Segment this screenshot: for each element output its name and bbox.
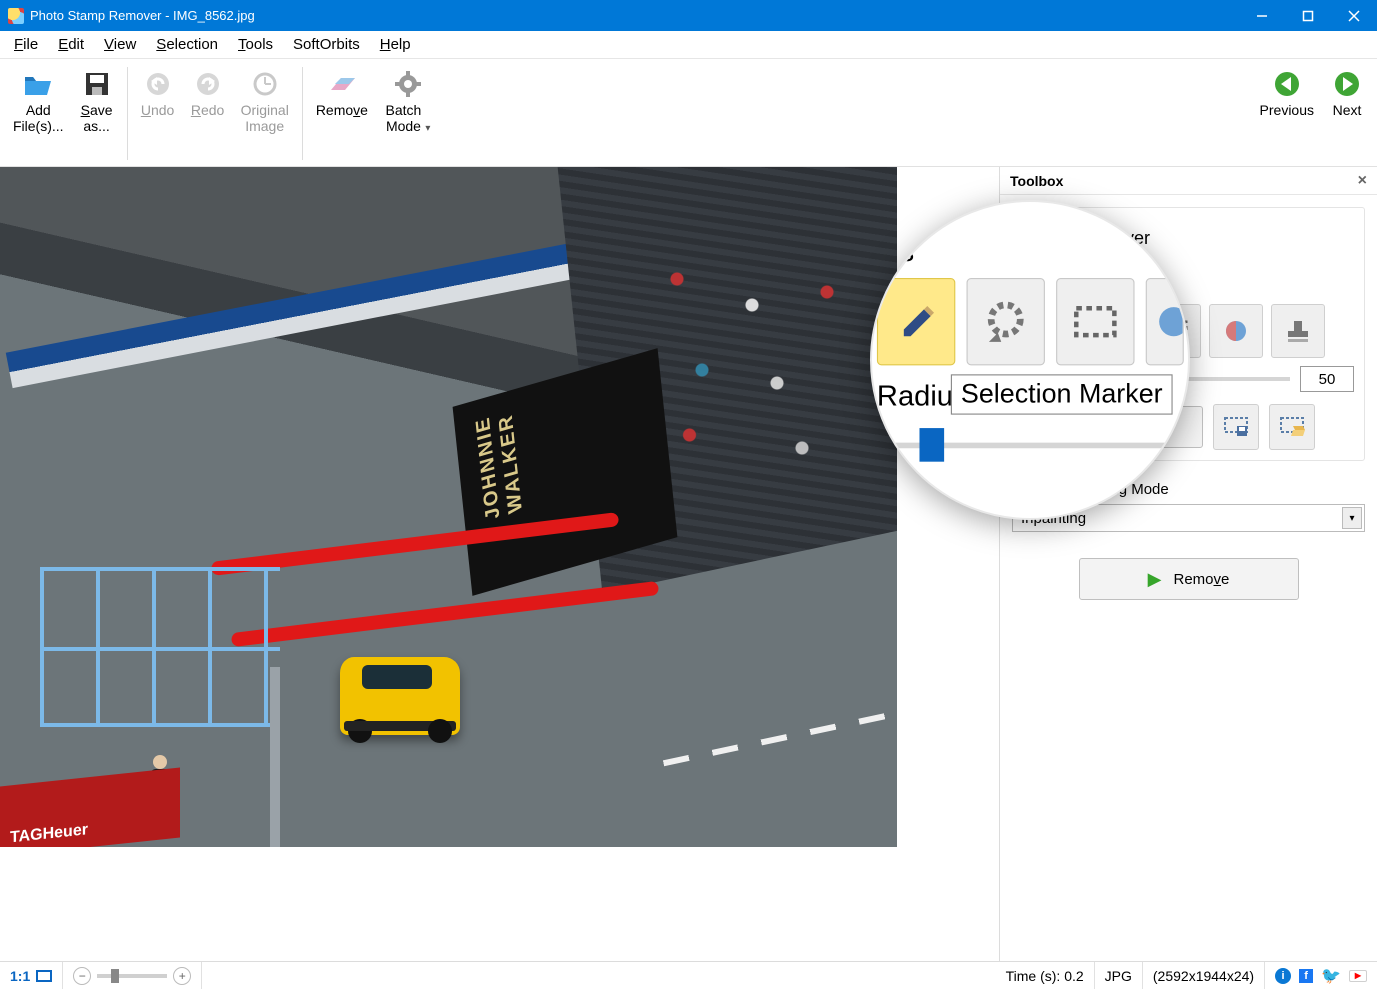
play-icon: ▶ [1148, 569, 1162, 590]
stamp-icon [1284, 317, 1312, 345]
save-selection-button[interactable] [1213, 404, 1259, 450]
next-button[interactable]: Next [1323, 63, 1371, 164]
eraser-icon [326, 68, 358, 100]
menu-help[interactable]: Help [372, 34, 419, 55]
info-icon[interactable]: i [1275, 968, 1291, 984]
menu-file[interactable]: File [6, 34, 46, 55]
menu-softorbits[interactable]: SoftOrbits [285, 34, 368, 55]
load-selection-icon [1279, 416, 1305, 438]
magnifier-overlay: 50 ols Radius Selection Marker [870, 200, 1190, 520]
freeform-tool-zoom[interactable] [966, 278, 1044, 365]
remove-button[interactable]: Remove [309, 63, 375, 164]
close-button[interactable] [1331, 0, 1377, 31]
zoom-out-button[interactable]: − [73, 967, 91, 985]
arrow-right-icon [1331, 68, 1363, 100]
menu-tools[interactable]: Tools [230, 34, 281, 55]
zoom-slider[interactable] [97, 974, 167, 978]
color-tool[interactable] [1209, 304, 1263, 358]
image-canvas-area[interactable] [0, 167, 999, 961]
fit-screen-icon [36, 970, 52, 982]
image-preview[interactable] [0, 167, 897, 847]
original-image-button[interactable]: OriginalImage [234, 63, 296, 164]
facebook-icon[interactable]: f [1299, 969, 1313, 983]
rectangle-tool-zoom[interactable] [1056, 278, 1134, 365]
undo-button[interactable]: Undo [134, 63, 182, 164]
zoom-in-button[interactable]: + [173, 967, 191, 985]
arrow-left-icon [1271, 68, 1303, 100]
color-select-icon [1222, 317, 1250, 345]
maximize-button[interactable] [1285, 0, 1331, 31]
gear-icon [392, 68, 424, 100]
status-time: Time (s): 0.2 [996, 962, 1095, 989]
save-as-button[interactable]: Saveas... [73, 63, 121, 164]
minimize-button[interactable] [1239, 0, 1285, 31]
radius-slider-zoom[interactable] [877, 443, 1184, 449]
undo-icon [142, 68, 174, 100]
add-files-button[interactable]: AddFile(s)... [6, 63, 71, 164]
window-title: Photo Stamp Remover - IMG_8562.jpg [30, 8, 255, 23]
tooltip: Selection Marker [951, 374, 1173, 414]
close-toolbox-button[interactable]: × [1358, 172, 1367, 190]
zoom-ratio[interactable]: 1:1 [0, 962, 63, 989]
statusbar: 1:1 − + Time (s): 0.2 JPG (2592x1944x24)… [0, 961, 1377, 989]
status-dimensions: (2592x1944x24) [1143, 962, 1265, 989]
chevron-down-icon: ▾ [1342, 507, 1362, 529]
radius-value-input[interactable]: 50 [1300, 366, 1354, 392]
redo-button[interactable]: Redo [184, 63, 232, 164]
color-select-icon [1147, 302, 1183, 342]
zoom-slider-cell: − + [63, 962, 202, 989]
previous-button[interactable]: Previous [1253, 63, 1321, 164]
rect-select-icon [1072, 304, 1119, 340]
titlebar: Photo Stamp Remover - IMG_8562.jpg [0, 0, 1377, 31]
marker-tool-zoom[interactable] [877, 278, 955, 365]
app-icon [8, 8, 24, 24]
tools-label-zoom: ols [877, 234, 1184, 269]
menu-view[interactable]: View [96, 34, 144, 55]
status-format: JPG [1095, 962, 1143, 989]
batch-mode-button[interactable]: BatchMode▾ [377, 63, 439, 164]
toolbar: AddFile(s)... Saveas... Undo Redo Origin… [0, 59, 1377, 167]
save-icon [81, 68, 113, 100]
youtube-icon[interactable]: ▶ [1349, 970, 1367, 982]
toolbox-header: Toolbox × [1000, 167, 1377, 195]
toolbox-remove-button[interactable]: ▶ Remove [1079, 558, 1299, 600]
twitter-icon[interactable]: 🐦 [1321, 966, 1341, 986]
save-selection-icon [1223, 416, 1249, 438]
history-icon [249, 68, 281, 100]
menu-edit[interactable]: Edit [50, 34, 92, 55]
menu-selection[interactable]: Selection [148, 34, 226, 55]
folder-open-icon [22, 68, 54, 100]
redo-icon [192, 68, 224, 100]
pencil-icon [895, 300, 938, 343]
lasso-icon [983, 299, 1028, 344]
color-tool-zoom[interactable] [1146, 278, 1184, 365]
social-links: i f 🐦 ▶ [1265, 962, 1377, 989]
load-selection-button[interactable] [1269, 404, 1315, 450]
menubar: File Edit View Selection Tools SoftOrbit… [0, 31, 1377, 59]
stamp-tool[interactable] [1271, 304, 1325, 358]
